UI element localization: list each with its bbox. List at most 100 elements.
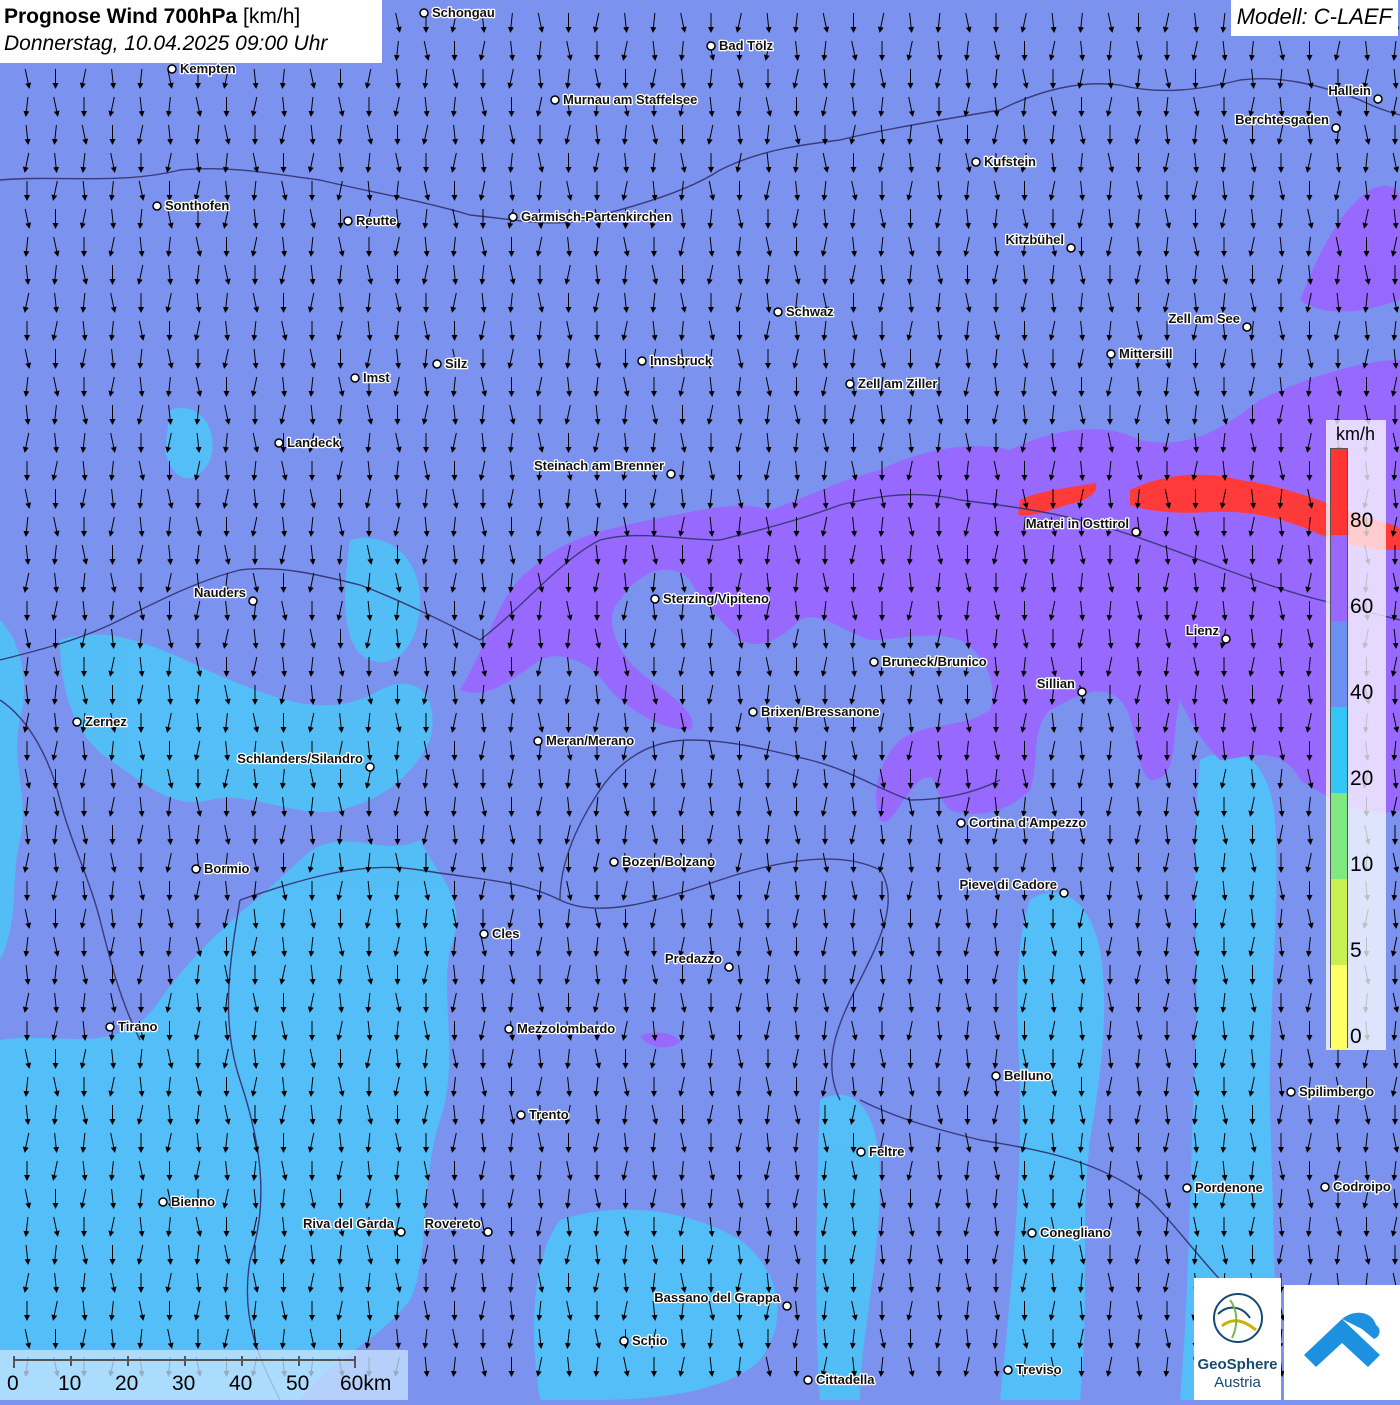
city-label: Trento	[529, 1107, 569, 1122]
color-legend: km/h 80 60 40 20 10 5 0	[1326, 420, 1386, 1050]
city-label: Hallein	[1328, 83, 1371, 98]
legend-bar	[1330, 448, 1348, 1049]
city-label: Zernez	[85, 714, 127, 729]
city-marker: Meran/Merano	[533, 732, 635, 749]
city-label: Steinach am Brenner	[534, 458, 664, 473]
legend-seg-green	[1331, 793, 1347, 879]
wind-map: Schongau Bad Tölz Kempten Hallein Murnau am …	[0, 0, 1400, 1400]
city-dot	[956, 818, 966, 828]
city-label: Belluno	[1004, 1068, 1052, 1083]
city-dot	[869, 657, 879, 667]
legend-seg-red	[1331, 449, 1347, 535]
scale-label-60km: 60km	[340, 1372, 392, 1395]
city-label: Schongau	[432, 5, 495, 20]
city-dot	[105, 1022, 115, 1032]
city-label: Pordenone	[1195, 1180, 1263, 1195]
city-dot	[1221, 634, 1231, 644]
city-dot	[637, 356, 647, 366]
city-marker: Garmisch-Partenkirchen	[508, 208, 673, 225]
city-dot	[72, 717, 82, 727]
legend-tick-5: 5	[1350, 939, 1362, 962]
city-marker: Murnau am Staffelsee	[550, 91, 699, 108]
city-label: Spilimbergo	[1299, 1084, 1374, 1099]
city-marker: Schongau	[419, 4, 496, 21]
city-label: Zell am See	[1168, 311, 1240, 326]
city-label: Bienno	[171, 1194, 215, 1209]
legend-tick-10: 10	[1350, 853, 1374, 876]
geosphere-logo: GeoSphere Austria	[1194, 1278, 1281, 1400]
city-dot	[782, 1301, 792, 1311]
legend-tick-60: 60	[1350, 595, 1374, 618]
legend-seg-yellow	[1331, 965, 1347, 1049]
city-dot	[1242, 322, 1252, 332]
city-label: Meran/Merano	[546, 733, 634, 748]
city-dot	[191, 864, 201, 874]
city-label: Garmisch-Partenkirchen	[521, 209, 672, 224]
city-label: Matrei in Osttirol	[1026, 516, 1129, 531]
city-marker: Innsbruck	[637, 352, 714, 369]
city-dot	[1373, 94, 1383, 104]
city-marker: Sterzing/Vipiteno	[650, 590, 770, 607]
city-label: Murnau am Staffelsee	[563, 92, 697, 107]
city-label: Bozen/Bolzano	[622, 854, 715, 869]
city-dot	[396, 1227, 406, 1237]
city-dot	[516, 1110, 526, 1120]
city-label: Rovereto	[425, 1216, 481, 1231]
city-label: Riva del Garda	[303, 1216, 395, 1231]
city-marker: Bozen/Bolzano	[609, 853, 717, 870]
city-label: Codroipo	[1333, 1179, 1391, 1194]
city-marker: Cortina d'Ampezzo	[956, 814, 1088, 831]
map-title-unit: [km/h]	[243, 5, 301, 28]
city-dot	[343, 216, 353, 226]
city-dot	[419, 8, 429, 18]
legend-tick-80: 80	[1350, 509, 1374, 532]
city-dot	[1077, 687, 1087, 697]
city-label: Tirano	[118, 1019, 158, 1034]
scale-label-20: 20	[115, 1372, 139, 1395]
city-label: Silz	[445, 356, 468, 371]
city-label: Kitzbühel	[1006, 232, 1065, 247]
city-dot	[152, 201, 162, 211]
city-dot	[845, 379, 855, 389]
scale-label-50: 50	[286, 1372, 310, 1395]
legend-seg-cyan	[1331, 707, 1347, 793]
legend-tick-20: 20	[1350, 767, 1374, 790]
legend-seg-blue	[1331, 621, 1347, 707]
city-dot	[724, 962, 734, 972]
city-label: Cles	[492, 926, 519, 941]
city-label: Bad Tölz	[719, 38, 774, 53]
city-dot	[483, 1227, 493, 1237]
map-title-main: Prognose Wind 700hPa	[4, 5, 238, 28]
city-marker: Bruneck/Brunico	[869, 653, 988, 670]
city-dot	[1131, 527, 1141, 537]
geosphere-logo-icon	[1213, 1293, 1263, 1343]
city-dot	[1066, 243, 1076, 253]
city-dot	[1286, 1087, 1296, 1097]
city-dot	[773, 307, 783, 317]
legend-tick-0: 0	[1350, 1025, 1362, 1048]
city-label: Treviso	[1016, 1362, 1062, 1377]
city-dot	[365, 762, 375, 772]
scale-label-0: 0	[7, 1372, 19, 1395]
city-label: Mittersill	[1119, 346, 1172, 361]
city-dot	[748, 707, 758, 717]
forecast-datetime: Donnerstag, 10.04.2025 09:00 Uhr	[4, 32, 328, 55]
city-label: Cittadella	[816, 1372, 875, 1387]
city-label: Imst	[363, 370, 390, 385]
city-label: Reutte	[356, 213, 396, 228]
city-label: Kempten	[180, 61, 236, 76]
city-dot	[706, 41, 716, 51]
city-dot	[504, 1024, 514, 1034]
city-label: Lienz	[1186, 623, 1220, 638]
legend-seg-purple	[1331, 535, 1347, 621]
city-label: Berchtesgaden	[1235, 112, 1329, 127]
scale-label-30: 30	[172, 1372, 196, 1395]
city-label: Kufstein	[984, 154, 1036, 169]
city-label: Sonthofen	[165, 198, 229, 213]
city-label: Landeck	[287, 435, 341, 450]
map-title: Prognose Wind 700hPa [km/h]	[4, 4, 382, 30]
city-dot	[508, 212, 518, 222]
city-dot	[158, 1197, 168, 1207]
city-dot	[533, 736, 543, 746]
city-label: Schio	[632, 1333, 667, 1348]
